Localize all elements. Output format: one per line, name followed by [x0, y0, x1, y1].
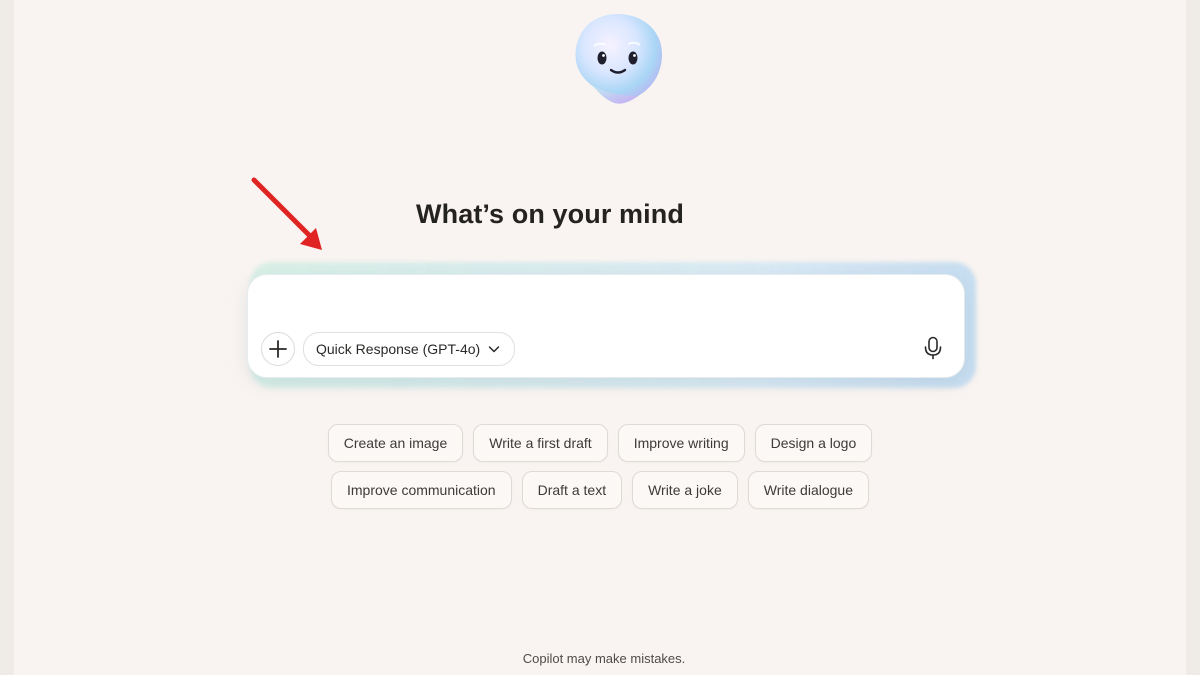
suggestion-chip[interactable]: Improve writing — [617, 424, 745, 462]
suggestion-chip[interactable]: Create an image — [327, 424, 464, 462]
suggestion-row-2: Improve communication Draft a text Write… — [0, 471, 1200, 509]
microphone-icon — [924, 336, 942, 360]
annotation-arrow-icon — [251, 177, 322, 250]
model-selector-label: Quick Response (GPT-4o) — [316, 341, 481, 357]
suggestion-chip[interactable]: Write a joke — [632, 471, 738, 509]
suggestion-chip[interactable]: Design a logo — [754, 424, 873, 462]
disclaimer-text: Copilot may make mistakes. — [522, 651, 686, 666]
chevron-down-icon — [488, 346, 500, 353]
message-input[interactable] — [268, 289, 942, 321]
copilot-mascot-icon — [575, 14, 662, 104]
suggestion-row-1: Create an image Write a first draft Impr… — [0, 424, 1200, 462]
suggestion-chips: Create an image Write a first draft Impr… — [0, 424, 1200, 518]
right-edge — [1186, 0, 1200, 675]
message-composer: Quick Response (GPT-4o) — [247, 274, 965, 378]
left-edge — [0, 0, 14, 675]
voice-input-button[interactable] — [918, 333, 948, 363]
suggestion-chip[interactable]: Improve communication — [330, 471, 512, 509]
plus-icon — [269, 340, 287, 358]
add-attachment-button[interactable] — [261, 332, 295, 366]
model-selector[interactable]: Quick Response (GPT-4o) — [303, 332, 516, 366]
suggestion-chip[interactable]: Draft a text — [521, 471, 623, 509]
suggestion-chip[interactable]: Write a first draft — [473, 424, 608, 462]
suggestion-chip[interactable]: Write dialogue — [747, 471, 869, 509]
page-title: What’s on your mind — [416, 199, 684, 229]
